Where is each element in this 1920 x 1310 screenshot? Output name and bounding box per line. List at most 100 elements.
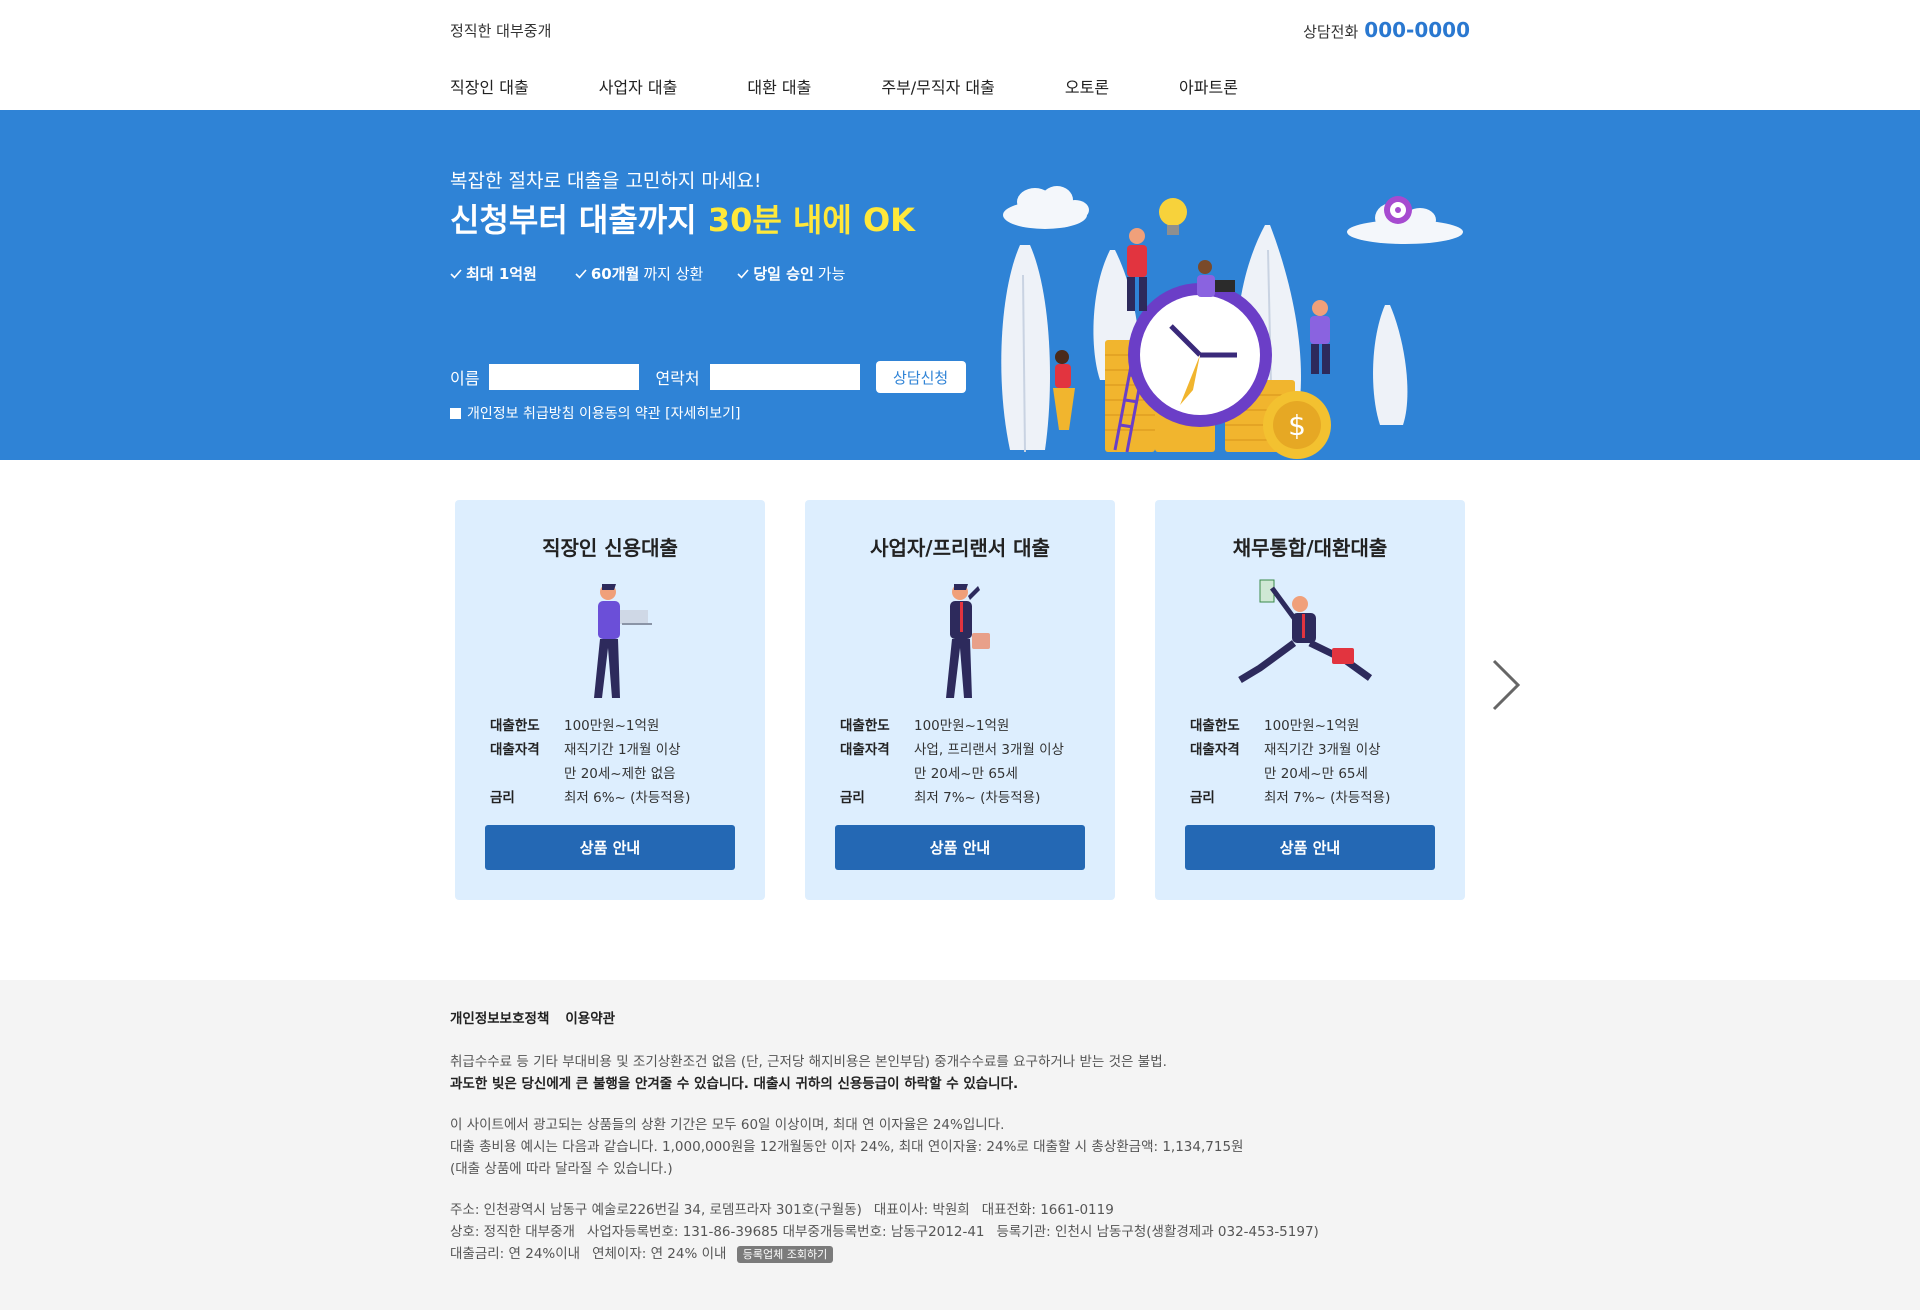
site-logo[interactable]: 정직한 대부중개: [450, 20, 551, 41]
clock-icon: [1128, 283, 1272, 427]
product-section: 직장인 신용대출 대출한도 100만원~1억원 대출자격 재직기간 1개월 이상 만…: [0, 460, 1920, 980]
spec-value: 사업, 프리랜서 3개월 이상: [914, 742, 1064, 758]
contact-label: 연락처: [655, 369, 700, 388]
agree-text[interactable]: 개인정보 취급방침 이용동의 약관 [자세히보기]: [467, 403, 740, 423]
site-footer: 개인정보보호정책 이용약관 취급수수료 등 기타 부대비용 및 조기상환조건 없…: [0, 980, 1920, 1310]
nav-item-auto-loan[interactable]: 오토론: [1065, 74, 1109, 98]
spec-label: 대출한도: [490, 718, 540, 734]
nav-item-refinance-loan[interactable]: 대환 대출: [747, 74, 811, 98]
benefit-text: 가능: [817, 265, 846, 283]
footer-notice: 취급수수료 등 기타 부대비용 및 조기상환조건 없음 (단, 근저당 해지비용…: [450, 1051, 1470, 1265]
spec-label: 금리: [840, 790, 865, 806]
address-line: 주소: 인천광역시 남동구 예술로226번길 34, 로뎀프라자 301호(구월…: [450, 1199, 1470, 1221]
spec-value: 재직기간 1개월 이상: [564, 742, 681, 758]
spec-value: 만 20세~만 65세: [914, 766, 1018, 782]
info-line: 이 사이트에서 광고되는 상품들의 상환 기간은 모두 60일 이상이며, 최대…: [450, 1117, 1005, 1133]
contact-input[interactable]: [709, 364, 860, 390]
privacy-policy-link[interactable]: 개인정보보호정책: [450, 1007, 549, 1027]
spec-label: 대출자격: [490, 742, 540, 758]
registered-lookup-button[interactable]: 등록업체 조회하기: [736, 1245, 834, 1263]
consult-submit-button[interactable]: 상담신청: [875, 361, 966, 393]
spec-label-empty: [1190, 762, 1264, 786]
name-label: 이름: [450, 369, 480, 388]
phone-label: 상담전화: [1303, 23, 1359, 41]
main-nav: 직장인 대출 사업자 대출 대환 대출 주부/무직자 대출 오토론 아파트론: [450, 74, 1308, 98]
benefit-item: 최대 1억원: [450, 263, 541, 284]
spec-label-empty: [490, 762, 564, 786]
main-tel: 대표전화: 1661-0119: [981, 1202, 1114, 1218]
product-card-business: 사업자/프리랜서 대출 대출한도 100만원~1억원 대출자격 사업, 프리랜서 3…: [805, 500, 1115, 900]
person-icon: [1127, 228, 1147, 311]
info-line: 대출 총비용 예시는 다음과 같습니다. 1,000,000원을 12개월동안 …: [450, 1139, 1244, 1155]
hero-title-main: 신청부터 대출까지: [450, 201, 708, 239]
lightbulb-icon: [1159, 198, 1187, 235]
product-info-button[interactable]: 상품 안내: [1185, 825, 1435, 870]
hero-banner: 복잡한 절차로 대출을 고민하지 마세요! 신청부터 대출까지 30분 내에 O…: [0, 110, 1920, 460]
card-title: 사업자/프리랜서 대출: [870, 536, 1050, 560]
hero-illustration: $: [1001, 186, 1463, 459]
check-icon: [450, 268, 462, 279]
address: 주소: 인천광역시 남동구 예술로226번길 34, 로뎀프라자 301호(구월…: [450, 1202, 862, 1218]
warning-line: 과도한 빚은 당신에게 큰 불행을 안겨줄 수 있습니다. 대출시 귀하의 신용…: [450, 1076, 1019, 1092]
benefit-item: 당일 승인 가능: [737, 263, 845, 284]
name-input[interactable]: [489, 364, 640, 390]
nav-item-apartment-loan[interactable]: 아파트론: [1179, 74, 1238, 98]
business-number: 사업자등록번호: 131-86-39685 대부중개등록번호: 남동구2012-…: [586, 1224, 985, 1240]
loan-rate: 대출금리: 연 24%이내: [450, 1246, 581, 1262]
spec-value: 재직기간 3개월 이상: [1264, 742, 1381, 758]
product-cards: 직장인 신용대출 대출한도 100만원~1억원 대출자격 재직기간 1개월 이상 만…: [455, 500, 1465, 900]
card-specs: 대출한도 100만원~1억원 대출자격 재직기간 3개월 이상 만 20세~만 65…: [1190, 714, 1390, 810]
hero-subtitle: 복잡한 절차로 대출을 고민하지 마세요!: [450, 170, 762, 192]
spec-label: 대출자격: [840, 742, 890, 758]
svg-text:$: $: [1288, 409, 1306, 442]
spec-label: 대출자격: [1190, 742, 1240, 758]
consult-form: 이름 연락처 상담신청: [450, 361, 966, 393]
registration-org: 등록기관: 인천시 남동구청(생활경제과 032-453-5197): [996, 1224, 1319, 1240]
spec-label: 금리: [490, 790, 515, 806]
footer-links: 개인정보보호정책 이용약관: [450, 1007, 1470, 1027]
businessman-thinking-icon: [946, 584, 990, 698]
hero-benefits: 최대 1억원 60개월 까지 상환 당일 승인 가능: [450, 263, 845, 284]
agree-checkbox[interactable]: [450, 407, 461, 419]
product-card-worker: 직장인 신용대출 대출한도 100만원~1억원 대출자격 재직기간 1개월 이상 만…: [455, 500, 765, 900]
card-specs: 대출한도 100만원~1억원 대출자격 사업, 프리랜서 3개월 이상 만 20세~…: [840, 714, 1064, 810]
person-icon: [1053, 350, 1075, 430]
target-icon: [1384, 196, 1412, 224]
nav-item-business-loan[interactable]: 사업자 대출: [599, 74, 678, 98]
hero-title: 신청부터 대출까지 30분 내에 OK: [450, 195, 915, 241]
terms-link[interactable]: 이용약관: [565, 1007, 615, 1027]
overdue-rate: 연체이자: 연 24% 이내: [592, 1246, 727, 1262]
product-card-consolidation: 채무통합/대환대출 대출한도 100만원~1억원 대출자격 재직기간 3개월 이상 …: [1155, 500, 1465, 900]
spec-value: 최저 7%~ (차등적용): [1264, 790, 1391, 806]
tree-icon: [1373, 305, 1408, 425]
info-line: (대출 상품에 따라 달라질 수 있습니다.): [450, 1161, 673, 1177]
businessman-running-icon: [1238, 579, 1373, 684]
spec-value: 만 20세~만 65세: [1264, 766, 1368, 782]
site-header: 정직한 대부중개 상담전화 000-0000 직장인 대출 사업자 대출 대환 …: [0, 0, 1920, 110]
product-info-button[interactable]: 상품 안내: [835, 825, 1085, 870]
person-icon: [1197, 260, 1235, 297]
person-icon: [1310, 300, 1330, 374]
spec-value: 최저 7%~ (차등적용): [914, 790, 1041, 806]
spec-label: 대출한도: [1190, 718, 1240, 734]
spec-label: 금리: [1190, 790, 1215, 806]
nav-item-housewife-loan[interactable]: 주부/무직자 대출: [881, 74, 995, 98]
nav-item-worker-loan[interactable]: 직장인 대출: [450, 74, 529, 98]
phone-number[interactable]: 000-0000: [1364, 18, 1470, 42]
privacy-agree[interactable]: 개인정보 취급방침 이용동의 약관 [자세히보기]: [450, 403, 740, 423]
spec-value: 만 20세~제한 없음: [564, 766, 676, 782]
rate-line: 대출금리: 연 24%이내 연체이자: 연 24% 이내 등록업체 조회하기: [450, 1243, 1470, 1265]
product-info-button[interactable]: 상품 안내: [485, 825, 735, 870]
spec-label-empty: [840, 762, 914, 786]
benefit-item: 60개월 까지 상환: [575, 263, 703, 284]
company-name: 상호: 정직한 대부중개: [450, 1224, 575, 1240]
check-icon: [575, 268, 587, 279]
spec-value: 최저 6%~ (차등적용): [564, 790, 691, 806]
check-icon: [737, 268, 749, 279]
company-line: 상호: 정직한 대부중개 사업자등록번호: 131-86-39685 대부중개등록…: [450, 1221, 1470, 1243]
chevron-right-icon[interactable]: [1488, 655, 1524, 715]
spec-value: 100만원~1억원: [1264, 718, 1360, 734]
cloud-icon: [1003, 186, 1089, 229]
spec-value: 100만원~1억원: [914, 718, 1010, 734]
ceo: 대표이사: 박원희: [873, 1202, 970, 1218]
